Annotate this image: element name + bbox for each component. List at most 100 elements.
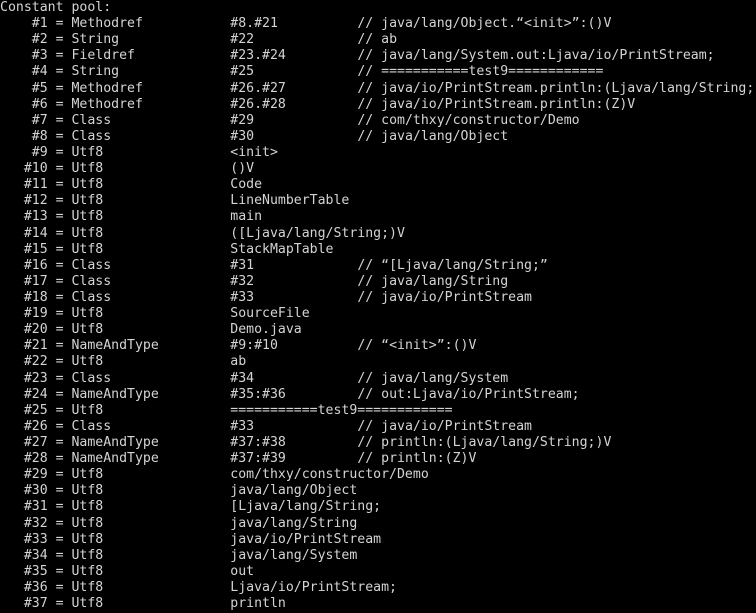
constant-pool-row: #32 = Utf8 java/lang/String [0, 516, 756, 532]
constant-pool-index: #9 [0, 144, 48, 160]
constant-pool-row: #20 = Utf8 Demo.java [0, 322, 756, 338]
constant-pool-comment: // java/lang/Object [357, 128, 509, 144]
constant-pool-type: Utf8 [71, 209, 231, 225]
constant-pool-value: #32 [230, 273, 358, 289]
constant-pool-value: [Ljava/lang/String; [230, 499, 382, 515]
constant-pool-equals-sign: = [47, 257, 72, 273]
constant-pool-value: #37:#39 [230, 451, 358, 467]
constant-pool-comment: // java/io/PrintStream.println:(Ljava/la… [357, 80, 756, 96]
constant-pool-comment: // out:Ljava/io/PrintStream; [357, 386, 580, 402]
constant-pool-equals-sign: = [47, 225, 72, 241]
constant-pool-index: #26 [0, 418, 48, 434]
constant-pool-entry-list: #1 = Methodref #8.#21 // java/lang/Objec… [0, 16, 756, 612]
constant-pool-value: ([Ljava/lang/String;)V [230, 225, 405, 241]
constant-pool-type: Utf8 [71, 241, 231, 257]
constant-pool-row: #1 = Methodref #8.#21 // java/lang/Objec… [0, 16, 756, 32]
constant-pool-row: #19 = Utf8 SourceFile [0, 306, 756, 322]
constant-pool-index: #27 [0, 434, 48, 450]
constant-pool-equals-sign: = [47, 596, 72, 612]
constant-pool-row: #28 = NameAndType #37:#39 // println:(Z)… [0, 451, 756, 467]
constant-pool-row: #14 = Utf8 ([Ljava/lang/String;)V [0, 226, 756, 242]
constant-pool-type: Utf8 [71, 306, 231, 322]
constant-pool-comment: // java/lang/Object.“<init>”:()V [357, 16, 612, 32]
constant-pool-value: out [230, 563, 255, 579]
constant-pool-index: #24 [0, 386, 48, 402]
constant-pool-equals-sign: = [47, 64, 72, 80]
constant-pool-equals-sign: = [47, 418, 72, 434]
constant-pool-comment: // ===========test9============ [357, 64, 604, 80]
constant-pool-equals-sign: = [47, 499, 72, 515]
constant-pool-index: #22 [0, 354, 48, 370]
constant-pool-value: java/lang/Object [230, 483, 358, 499]
constant-pool-index: #25 [0, 402, 48, 418]
constant-pool-type: Utf8 [71, 193, 231, 209]
constant-pool-equals-sign: = [47, 338, 72, 354]
constant-pool-index: #14 [0, 225, 48, 241]
constant-pool-type: NameAndType [71, 451, 231, 467]
constant-pool-index: #32 [0, 515, 48, 531]
constant-pool-index: #18 [0, 289, 48, 305]
constant-pool-row: #7 = Class #29 // com/thxy/constructor/D… [0, 113, 756, 129]
constant-pool-value: ===========test9============ [230, 402, 453, 418]
constant-pool-index: #23 [0, 370, 48, 386]
constant-pool-comment: // println:(Z)V [357, 451, 477, 467]
constant-pool-index: #36 [0, 579, 48, 595]
constant-pool-value: LineNumberTable [230, 193, 350, 209]
constant-pool-row: #24 = NameAndType #35:#36 // out:Ljava/i… [0, 387, 756, 403]
constant-pool-index: #15 [0, 241, 48, 257]
constant-pool-type: Methodref [71, 96, 231, 112]
constant-pool-type: Methodref [71, 80, 231, 96]
constant-pool-type: Class [71, 257, 231, 273]
constant-pool-equals-sign: = [47, 273, 72, 289]
constant-pool-value: #25 [230, 64, 358, 80]
constant-pool-value: java/lang/System [230, 547, 358, 563]
constant-pool-equals-sign: = [47, 402, 72, 418]
constant-pool-value: #30 [230, 128, 358, 144]
constant-pool-index: #20 [0, 322, 48, 338]
constant-pool-row: #29 = Utf8 com/thxy/constructor/Demo [0, 467, 756, 483]
terminal-output-pane[interactable]: Constant pool: #1 = Methodref #8.#21 // … [0, 0, 756, 613]
constant-pool-comment: // java/lang/System.out:Ljava/io/PrintSt… [357, 48, 715, 64]
constant-pool-equals-sign: = [47, 144, 72, 160]
constant-pool-value: #26.#28 [230, 96, 358, 112]
constant-pool-index: #3 [0, 48, 48, 64]
constant-pool-index: #6 [0, 96, 48, 112]
constant-pool-row: #26 = Class #33 // java/io/PrintStream [0, 419, 756, 435]
constant-pool-row: #35 = Utf8 out [0, 564, 756, 580]
constant-pool-row: #16 = Class #31 // “[Ljava/lang/String;” [0, 258, 756, 274]
constant-pool-index: #12 [0, 193, 48, 209]
constant-pool-value: <init> [230, 144, 278, 160]
constant-pool-row: #3 = Fieldref #23.#24 // java/lang/Syste… [0, 48, 756, 64]
constant-pool-value: println [230, 596, 286, 612]
constant-pool-type: NameAndType [71, 434, 231, 450]
constant-pool-comment: // java/lang/String [357, 273, 509, 289]
constant-pool-value: com/thxy/constructor/Demo [230, 467, 429, 483]
constant-pool-type: Utf8 [71, 596, 231, 612]
constant-pool-value: StackMapTable [230, 241, 334, 257]
constant-pool-value: #37:#38 [230, 434, 358, 450]
constant-pool-index: #35 [0, 563, 48, 579]
constant-pool-comment: // println:(Ljava/lang/String;)V [357, 434, 612, 450]
constant-pool-row: #37 = Utf8 println [0, 596, 756, 612]
constant-pool-equals-sign: = [47, 112, 72, 128]
constant-pool-equals-sign: = [47, 193, 72, 209]
constant-pool-type: Utf8 [71, 354, 231, 370]
constant-pool-type: Class [71, 112, 231, 128]
constant-pool-equals-sign: = [47, 483, 72, 499]
constant-pool-equals-sign: = [47, 451, 72, 467]
constant-pool-index: #13 [0, 209, 48, 225]
constant-pool-row: #33 = Utf8 java/io/PrintStream [0, 532, 756, 548]
constant-pool-type: Utf8 [71, 547, 231, 563]
constant-pool-type: Utf8 [71, 483, 231, 499]
constant-pool-value: #35:#36 [230, 386, 358, 402]
constant-pool-row: #5 = Methodref #26.#27 // java/io/PrintS… [0, 81, 756, 97]
constant-pool-index: #8 [0, 128, 48, 144]
constant-pool-row: #8 = Class #30 // java/lang/Object [0, 129, 756, 145]
constant-pool-index: #2 [0, 32, 48, 48]
constant-pool-equals-sign: = [47, 515, 72, 531]
constant-pool-type: Utf8 [71, 579, 231, 595]
constant-pool-index: #30 [0, 483, 48, 499]
constant-pool-value: #34 [230, 370, 358, 386]
constant-pool-index: #21 [0, 338, 48, 354]
constant-pool-equals-sign: = [47, 177, 72, 193]
